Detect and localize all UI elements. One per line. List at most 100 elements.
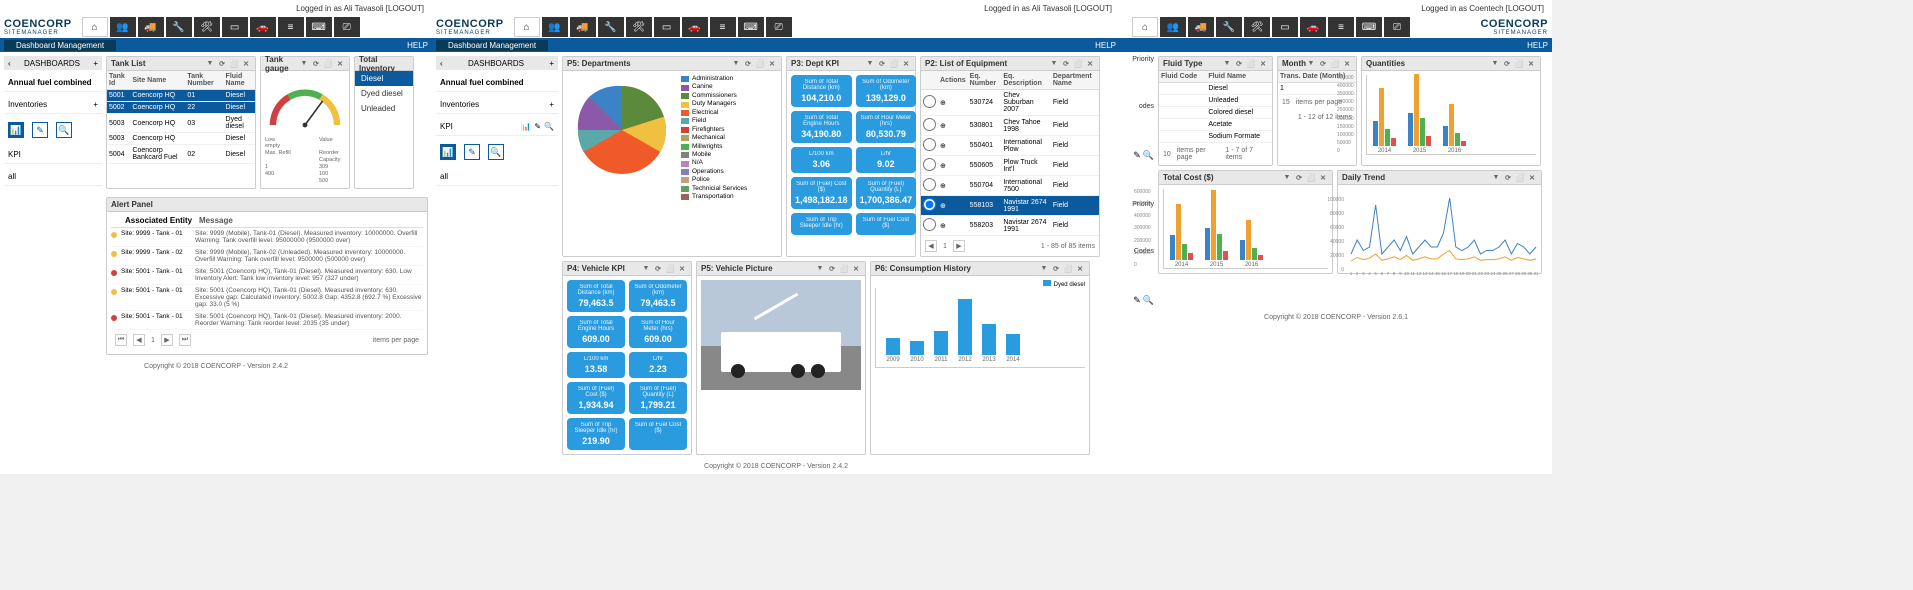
nav-people-icon[interactable]: 👥	[1160, 17, 1186, 37]
table-row[interactable]: 5001Coencorp HQ01Diesel	[107, 90, 255, 102]
nav-people-icon[interactable]: 👥	[542, 17, 568, 37]
filter-icon[interactable]: ▼	[1491, 173, 1501, 183]
search-icon[interactable]: 🔍	[488, 144, 504, 160]
maximize-icon[interactable]: ⬜	[1515, 173, 1525, 183]
table-row[interactable]: ⊕530801Chev Tahoe 1998Field	[921, 116, 1099, 136]
chart-icon[interactable]: 📊	[521, 122, 531, 131]
nav-car-icon[interactable]: 🚗	[1300, 17, 1326, 37]
pencil-icon[interactable]: ✎	[32, 122, 48, 138]
filter-icon[interactable]: ▼	[815, 264, 825, 274]
maximize-icon[interactable]: ⬜	[839, 264, 849, 274]
chevron-left-icon[interactable]: ‹	[8, 59, 11, 68]
nav-home-icon[interactable]: ⌂	[82, 17, 108, 37]
pager-prev-icon[interactable]: ◀	[925, 240, 937, 252]
nav-list-icon[interactable]: ≡	[278, 17, 304, 37]
filter-icon[interactable]: ▼	[865, 59, 875, 69]
all-item[interactable]: all	[436, 168, 558, 186]
maximize-icon[interactable]: ⬜	[1514, 59, 1524, 69]
nav-fish-icon[interactable]: 🔧	[166, 17, 192, 37]
close-icon[interactable]: ✕	[851, 264, 861, 274]
nav-car-icon[interactable]: 🚗	[682, 17, 708, 37]
close-icon[interactable]: ✕	[1526, 59, 1536, 69]
add-icon[interactable]: +	[549, 100, 554, 109]
maximize-icon[interactable]: ⬜	[1073, 59, 1083, 69]
maximize-icon[interactable]: ⬜	[1063, 264, 1073, 274]
table-row[interactable]: Acetate	[1159, 119, 1272, 131]
refresh-icon[interactable]: ⟳	[217, 59, 227, 69]
nav-card-icon[interactable]: ▭	[222, 17, 248, 37]
table-row[interactable]: ⊕550401International PlowField	[921, 136, 1099, 156]
filter-icon[interactable]: ▼	[205, 59, 215, 69]
table-row[interactable]: 5002Coencorp HQ22Diesel	[107, 102, 255, 114]
nav-keyboard-icon[interactable]: ⌨	[1356, 17, 1382, 37]
table-row[interactable]: 5003Coencorp HQDiesel	[107, 133, 255, 145]
all-item[interactable]: all	[4, 168, 102, 186]
table-row[interactable]: ⊕558103Navistar 2674 1991Field	[921, 196, 1099, 216]
dashboard-tab[interactable]: Dashboard Management	[436, 40, 548, 51]
pager-next-icon[interactable]: ▶	[161, 334, 173, 346]
help-link[interactable]: HELP	[1527, 41, 1548, 50]
refresh-icon[interactable]: ⟳	[311, 59, 321, 69]
help-link[interactable]: HELP	[1095, 41, 1116, 50]
filter-icon[interactable]: ▼	[641, 264, 651, 274]
nav-home-icon[interactable]: ⌂	[1132, 17, 1158, 37]
nav-card-icon[interactable]: ▭	[1272, 17, 1298, 37]
add-icon[interactable]: +	[549, 59, 554, 68]
filter-icon[interactable]: ▼	[1049, 59, 1059, 69]
nav-sliders-icon[interactable]: ⎚	[334, 17, 360, 37]
pencil-icon[interactable]: ✎	[534, 122, 541, 131]
table-row[interactable]: ⊕530724Chev Suburban 2007Field	[921, 90, 1099, 116]
maximize-icon[interactable]: ⬜	[229, 59, 239, 69]
refresh-icon[interactable]: ⟳	[1051, 264, 1061, 274]
nav-home-icon[interactable]: ⌂	[514, 17, 540, 37]
nav-keyboard-icon[interactable]: ⌨	[306, 17, 332, 37]
alert-row[interactable]: Site: 5001 - Tank - 01Site: 5001 (Coenco…	[111, 285, 423, 311]
table-row[interactable]: Sodium Formate	[1159, 131, 1272, 143]
pager-next-icon[interactable]: ▶	[953, 240, 965, 252]
alert-row[interactable]: Site: 9999 - Tank - 01Site: 9999 (Mobile…	[111, 228, 423, 247]
pencil-icon[interactable]: ✎	[1133, 150, 1141, 161]
table-row[interactable]: Unleaded	[1159, 95, 1272, 107]
nav-truck-icon[interactable]: 🚚	[570, 17, 596, 37]
nav-card-icon[interactable]: ▭	[654, 17, 680, 37]
close-icon[interactable]: ✕	[1075, 264, 1085, 274]
nav-car-icon[interactable]: 🚗	[250, 17, 276, 37]
list-item[interactable]: Dyed diesel	[355, 86, 413, 101]
chevron-left-icon[interactable]: ‹	[440, 59, 443, 68]
nav-gun-icon[interactable]: 🛠	[1244, 17, 1270, 37]
nav-fish-icon[interactable]: 🔧	[598, 17, 624, 37]
add-icon[interactable]: +	[93, 59, 98, 68]
refresh-icon[interactable]: ⟳	[743, 59, 753, 69]
alert-row[interactable]: Site: 9999 - Tank - 02Site: 9999 (Mobile…	[111, 247, 423, 266]
close-icon[interactable]: ✕	[1318, 173, 1328, 183]
filter-icon[interactable]: ▼	[1306, 59, 1316, 69]
maximize-icon[interactable]: ⬜	[665, 264, 675, 274]
table-row[interactable]: 5003Coencorp HQ03Dyed diesel	[107, 114, 255, 133]
add-icon[interactable]: +	[93, 100, 98, 109]
pager-prev-icon[interactable]: ◀	[133, 334, 145, 346]
pencil-icon[interactable]: ✎	[464, 144, 480, 160]
nav-truck-icon[interactable]: 🚚	[138, 17, 164, 37]
nav-gun-icon[interactable]: 🛠	[194, 17, 220, 37]
maximize-icon[interactable]: ⬜	[889, 59, 899, 69]
close-icon[interactable]: ✕	[335, 59, 345, 69]
inventories-item[interactable]: Inventories +	[4, 96, 102, 114]
nav-list-icon[interactable]: ≡	[1328, 17, 1354, 37]
maximize-icon[interactable]: ⬜	[1306, 173, 1316, 183]
refresh-icon[interactable]: ⟳	[1294, 173, 1304, 183]
nav-keyboard-icon[interactable]: ⌨	[738, 17, 764, 37]
refresh-icon[interactable]: ⟳	[653, 264, 663, 274]
filter-icon[interactable]: ▼	[1490, 59, 1500, 69]
maximize-icon[interactable]: ⬜	[1246, 59, 1256, 69]
filter-icon[interactable]: ▼	[731, 59, 741, 69]
close-icon[interactable]: ✕	[767, 59, 777, 69]
table-row[interactable]: 5004Coencorp Bankcard Fuel02Diesel	[107, 145, 255, 164]
help-link[interactable]: HELP	[407, 41, 428, 50]
search-icon[interactable]: 🔍	[544, 122, 554, 131]
close-icon[interactable]: ✕	[1258, 59, 1268, 69]
refresh-icon[interactable]: ⟳	[827, 264, 837, 274]
nav-truck-icon[interactable]: 🚚	[1188, 17, 1214, 37]
kpi-item[interactable]: KPI 📊 ✎ 🔍	[436, 118, 558, 136]
list-item[interactable]: Unleaded	[355, 101, 413, 116]
nav-people-icon[interactable]: 👥	[110, 17, 136, 37]
